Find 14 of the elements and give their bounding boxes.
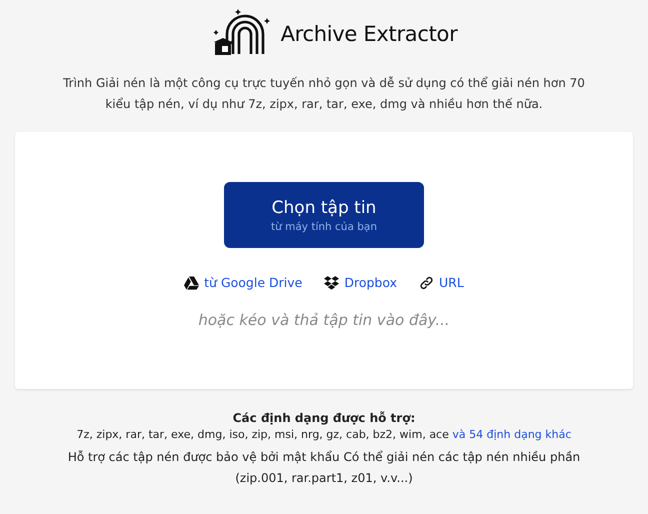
choose-file-button[interactable]: Chọn tập tin từ máy tính của bạn (224, 182, 424, 248)
source-link[interactable]: Dropbox (344, 275, 398, 290)
drop-hint: hoặc kéo và thả tập tin vào đây... (198, 311, 450, 329)
formats-list: 7z, zipx, rar, tar, exe, dmg, iso, zip, msi, nrg, gz, cab, bz2, wim, ace và 54 định dạng khác (76, 428, 572, 441)
features-note: Hỗ trợ các tập nén được bảo vệ bởi mật khẩu Có thể giải nén các tập nén nhiều phần (zip.001, rar.part1, z01, v.v...) (66, 449, 582, 487)
source-link[interactable]: từ Google Drive (204, 275, 302, 290)
description-text: Trình Giải nén là một công cụ trực tuyến nhỏ gọn và dễ sử dụng có thể giải nén hơn 70 kiểu tập nén, ví dụ như 7z, zipx, rar, tar, exe, dmg và nhiều hơn thế nữa. (62, 75, 586, 113)
more-formats-link[interactable]: và 54 định dạng khác (452, 428, 572, 441)
link-chain-icon (419, 276, 434, 290)
dropbox-boxes-icon (324, 276, 340, 290)
drive-triangle-icon (184, 276, 200, 290)
app-title: Archive Extractor (280, 22, 458, 46)
source-link[interactable]: URL (439, 275, 464, 290)
formats-heading: Các định dạng được hỗ trợ: (232, 411, 416, 425)
